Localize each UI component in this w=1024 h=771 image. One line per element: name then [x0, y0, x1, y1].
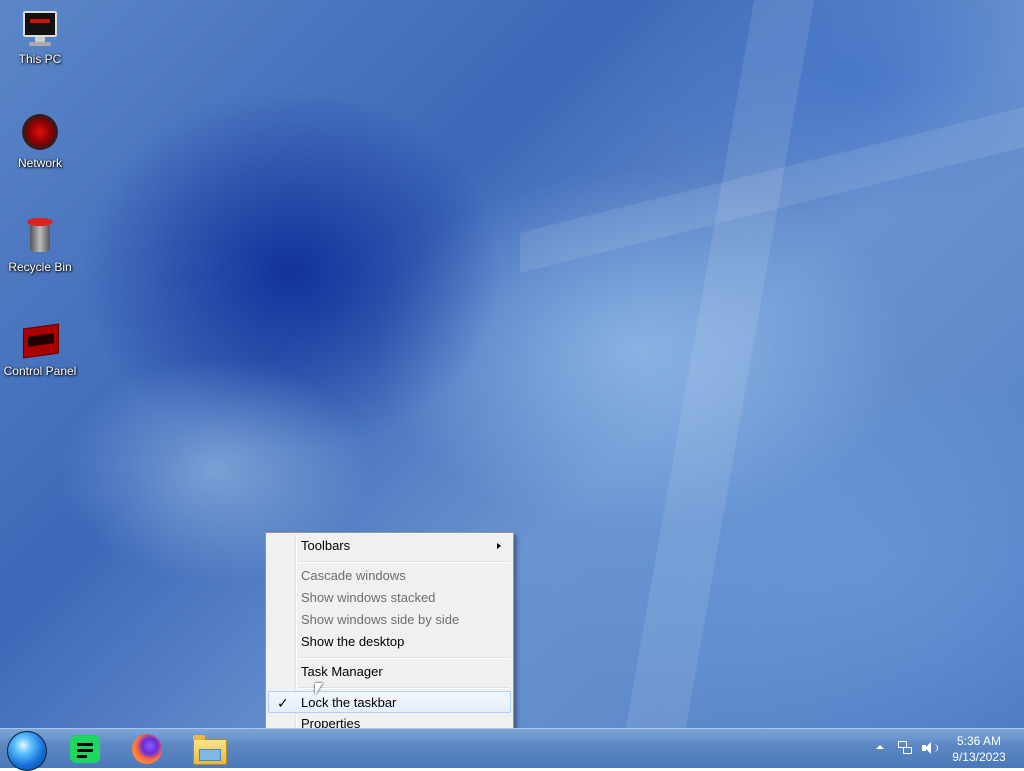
menu-separator — [299, 657, 509, 659]
start-orb-icon[interactable] — [7, 731, 47, 771]
menu-item-cascade-windows[interactable]: Cascade windows — [268, 565, 511, 587]
firefox-icon[interactable] — [130, 732, 164, 766]
desktop-icon-label: This PC — [18, 52, 62, 66]
menu-separator — [299, 561, 509, 563]
file-explorer-icon[interactable] — [192, 732, 227, 766]
network-globe-icon — [20, 112, 60, 152]
desktop-icon-control-panel[interactable]: Control Panel — [2, 320, 78, 378]
desktop-icon-network[interactable]: Network — [2, 112, 78, 170]
mouse-cursor-icon — [315, 683, 323, 695]
menu-item-lock-the-taskbar[interactable]: ✓ Lock the taskbar — [268, 691, 511, 713]
control-panel-icon — [20, 320, 60, 360]
desktop-icon-recycle-bin[interactable]: Recycle Bin — [2, 216, 78, 274]
taskbar-context-menu: Toolbars Cascade windows Show windows st… — [265, 532, 514, 737]
volume-icon[interactable] — [922, 741, 938, 755]
show-hidden-icons-arrow[interactable] — [876, 745, 884, 749]
menu-item-task-manager[interactable]: Task Manager — [268, 661, 511, 683]
menu-separator — [299, 687, 509, 689]
taskbar[interactable]: 5:36 AM 9/13/2023 — [0, 728, 1024, 771]
network-icon[interactable] — [898, 741, 912, 755]
desktop-icon-label: Control Panel — [3, 364, 77, 378]
clock-time: 5:36 AM — [956, 734, 1002, 748]
clock-date: 9/13/2023 — [952, 750, 1006, 764]
menu-item-toolbars[interactable]: Toolbars — [268, 535, 511, 557]
menu-item-show-the-desktop[interactable]: Show the desktop — [268, 631, 511, 653]
menu-item-show-windows-side-by-side[interactable]: Show windows side by side — [268, 609, 511, 631]
check-mark-icon: ✓ — [277, 695, 289, 711]
menu-item-show-windows-stacked[interactable]: Show windows stacked — [268, 587, 511, 609]
desktop-icon-this-pc[interactable]: This PC — [2, 8, 78, 66]
submenu-arrow-icon — [497, 543, 501, 549]
desktop-icon-label: Network — [17, 156, 62, 170]
desktop-icon-label: Recycle Bin — [8, 260, 72, 274]
recycle-bin-icon — [20, 216, 60, 256]
spotify-icon[interactable] — [68, 732, 102, 766]
monitor-icon — [20, 8, 60, 48]
system-clock[interactable]: 5:36 AM 9/13/2023 — [944, 733, 1014, 765]
